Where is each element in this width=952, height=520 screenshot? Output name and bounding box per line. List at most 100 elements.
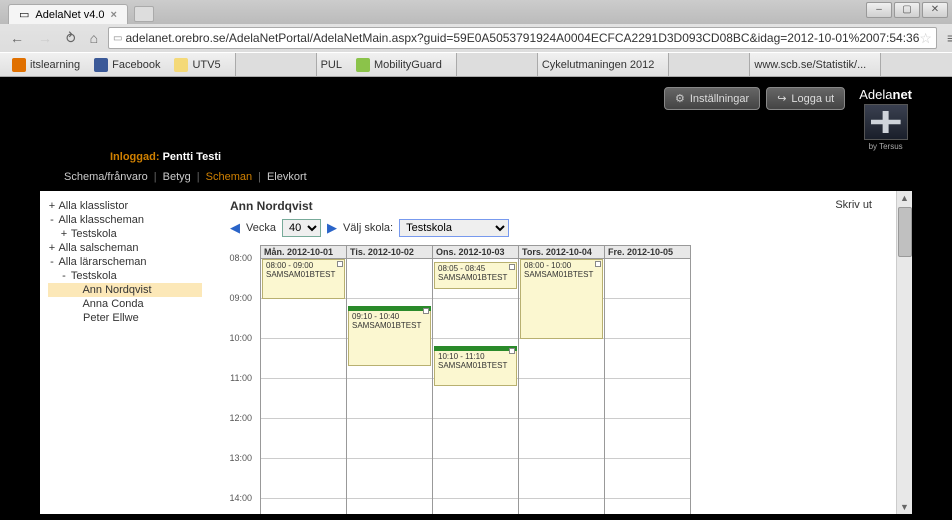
sidebar-item[interactable]: Anna Conda bbox=[48, 297, 202, 311]
bookmark-cykel[interactable]: Cykelutmaningen 2012 bbox=[450, 52, 661, 76]
calendar-event[interactable]: 08:00 - 09:00SAMSAM01BTEST bbox=[262, 259, 345, 299]
logo-text-a: Adela bbox=[859, 87, 892, 102]
day-header: Tis. 2012-10-02 bbox=[347, 246, 432, 259]
bookmark-facebook[interactable]: Facebook bbox=[88, 56, 166, 74]
sidebar-item[interactable]: - Alla klasscheman bbox=[48, 213, 202, 227]
school-select[interactable]: Testskola bbox=[399, 219, 509, 237]
logout-button[interactable]: ↪ Logga ut bbox=[766, 87, 845, 110]
calendar: 08:0009:0010:0011:0012:0013:0014:00 Mån.… bbox=[230, 245, 876, 514]
sidebar-item[interactable]: + Alla klasslistor bbox=[48, 199, 202, 213]
event-handle-icon[interactable] bbox=[595, 261, 601, 267]
hour-row bbox=[519, 339, 604, 379]
back-button[interactable]: ← bbox=[6, 28, 28, 48]
time-row: 11:00 bbox=[230, 378, 256, 418]
menu-betyg[interactable]: Betyg bbox=[163, 171, 191, 183]
favicon-icon bbox=[235, 52, 317, 76]
sidebar-item[interactable]: Peter Ellwe bbox=[48, 311, 202, 325]
maximize-button[interactable]: ▢ bbox=[894, 2, 920, 18]
bookmark-tersus[interactable]: Tersus bbox=[874, 52, 952, 76]
day-column: Ons. 2012-10-0308:05 - 08:45SAMSAM01BTES… bbox=[433, 246, 519, 514]
calendar-event[interactable]: 09:10 - 10:40SAMSAM01BTEST bbox=[348, 306, 431, 366]
sidebar-item[interactable]: + Alla salscheman bbox=[48, 241, 202, 255]
minimize-button[interactable]: – bbox=[866, 2, 892, 18]
settings-button[interactable]: ⚙ Inställningar bbox=[664, 87, 760, 110]
new-tab-button[interactable] bbox=[134, 6, 154, 22]
favicon-icon bbox=[880, 52, 952, 76]
hour-row bbox=[605, 259, 690, 299]
bookmark-itslearning[interactable]: itslearning bbox=[6, 56, 86, 74]
scrollbar[interactable]: ▲ ▼ bbox=[896, 191, 912, 514]
hour-row bbox=[261, 419, 346, 459]
event-handle-icon[interactable] bbox=[423, 308, 429, 314]
sidebar-item[interactable]: - Alla lärarscheman bbox=[48, 255, 202, 269]
hour-row bbox=[347, 259, 432, 299]
sidebar-item[interactable]: Ann Nordqvist bbox=[48, 283, 202, 297]
logo-text-b: net bbox=[893, 87, 913, 102]
event-handle-icon[interactable] bbox=[509, 348, 515, 354]
calendar-event[interactable]: 10:10 - 11:10SAMSAM01BTEST bbox=[434, 346, 517, 386]
event-handle-icon[interactable] bbox=[337, 261, 343, 267]
top-bar: ⚙ Inställningar ↪ Logga ut Adelanet by T… bbox=[40, 81, 912, 151]
chrome-menu-icon[interactable]: ≡ bbox=[943, 30, 952, 46]
puzzle-icon bbox=[871, 111, 901, 133]
hour-row bbox=[433, 499, 518, 514]
prev-week-icon[interactable]: ◀ bbox=[230, 220, 240, 236]
bookmark-utv5[interactable]: UTV5 bbox=[168, 56, 226, 74]
bookmark-pul[interactable]: PUL bbox=[229, 52, 348, 76]
calendar-event[interactable]: 08:00 - 10:00SAMSAM01BTEST bbox=[520, 259, 603, 339]
day-header: Ons. 2012-10-03 bbox=[433, 246, 518, 259]
bookmark-mobilityguard[interactable]: MobilityGuard bbox=[350, 56, 448, 74]
calendar-event[interactable]: 08:05 - 08:45SAMSAM01BTEST bbox=[434, 262, 517, 289]
time-label: 08:00 bbox=[229, 253, 252, 263]
scroll-thumb[interactable] bbox=[898, 207, 912, 257]
tree-bullet-icon: - bbox=[48, 256, 56, 268]
menu-scheman[interactable]: Scheman bbox=[206, 171, 252, 183]
folder-icon bbox=[174, 58, 188, 72]
window-controls: – ▢ ✕ bbox=[866, 2, 948, 18]
bookmark-label: MobilityGuard bbox=[374, 59, 442, 71]
browser-tab[interactable]: ▭ AdelaNet v4.0 × bbox=[8, 4, 128, 24]
bookmark-scb[interactable]: www.scb.se/Statistik/... bbox=[662, 52, 872, 76]
logo-subtitle: by Tersus bbox=[859, 142, 912, 151]
vecka-label: Vecka bbox=[246, 222, 276, 234]
event-subject: SAMSAM01BTEST bbox=[524, 271, 599, 280]
close-window-button[interactable]: ✕ bbox=[922, 2, 948, 18]
bookmarks-bar: itslearning Facebook UTV5 PUL MobilityGu… bbox=[0, 52, 952, 76]
close-tab-icon[interactable]: × bbox=[111, 9, 117, 21]
week-select[interactable]: 40 bbox=[282, 219, 321, 237]
time-label: 14:00 bbox=[229, 493, 252, 503]
event-handle-icon[interactable] bbox=[509, 264, 515, 270]
header-row: Inloggad: Pentti Testi bbox=[40, 151, 912, 167]
time-row: 10:00 bbox=[230, 338, 256, 378]
scroll-down-icon[interactable]: ▼ bbox=[898, 500, 911, 514]
hour-row bbox=[347, 419, 432, 459]
event-subject: SAMSAM01BTEST bbox=[352, 322, 427, 331]
next-week-icon[interactable]: ▶ bbox=[327, 220, 337, 236]
menu-elevkort[interactable]: Elevkort bbox=[267, 171, 307, 183]
scroll-up-icon[interactable]: ▲ bbox=[898, 191, 911, 205]
sidebar-item[interactable]: + Testskola bbox=[48, 227, 202, 241]
bookmark-star-icon[interactable]: ☆ bbox=[919, 30, 932, 47]
url-text: adelanet.orebro.se/AdelaNetPortal/AdelaN… bbox=[126, 31, 920, 45]
forward-button[interactable]: → bbox=[34, 28, 56, 48]
menu-schema[interactable]: Schema/frånvaro bbox=[64, 171, 148, 183]
reload-button[interactable]: ⥁ bbox=[62, 28, 80, 49]
main-menu: Schema/frånvaro| Betyg| Scheman| Elevkor… bbox=[40, 167, 912, 191]
day-body: 08:05 - 08:45SAMSAM01BTEST 10:10 - 11:10S… bbox=[433, 259, 518, 514]
event-strip bbox=[348, 306, 431, 311]
day-header: Fre. 2012-10-05 bbox=[605, 246, 690, 259]
day-column: Mån. 2012-10-0108:00 - 09:00SAMSAM01BTES… bbox=[261, 246, 347, 514]
url-bar[interactable]: ▭ adelanet.orebro.se/AdelaNetPortal/Adel… bbox=[108, 27, 937, 49]
tree-bullet-icon: + bbox=[48, 242, 56, 254]
day-column: Fre. 2012-10-05 bbox=[605, 246, 691, 514]
tree-bullet-icon: + bbox=[60, 228, 68, 240]
favicon-icon bbox=[12, 58, 26, 72]
logo-text: Adelanet bbox=[859, 87, 912, 102]
hour-row bbox=[261, 379, 346, 419]
hour-row bbox=[605, 299, 690, 339]
inloggad-label: Inloggad: bbox=[110, 151, 160, 163]
home-button[interactable]: ⌂ bbox=[86, 28, 102, 48]
sidebar-item[interactable]: - Testskola bbox=[48, 269, 202, 283]
print-link[interactable]: Skriv ut bbox=[835, 199, 872, 211]
time-row: 08:00 bbox=[230, 258, 256, 298]
